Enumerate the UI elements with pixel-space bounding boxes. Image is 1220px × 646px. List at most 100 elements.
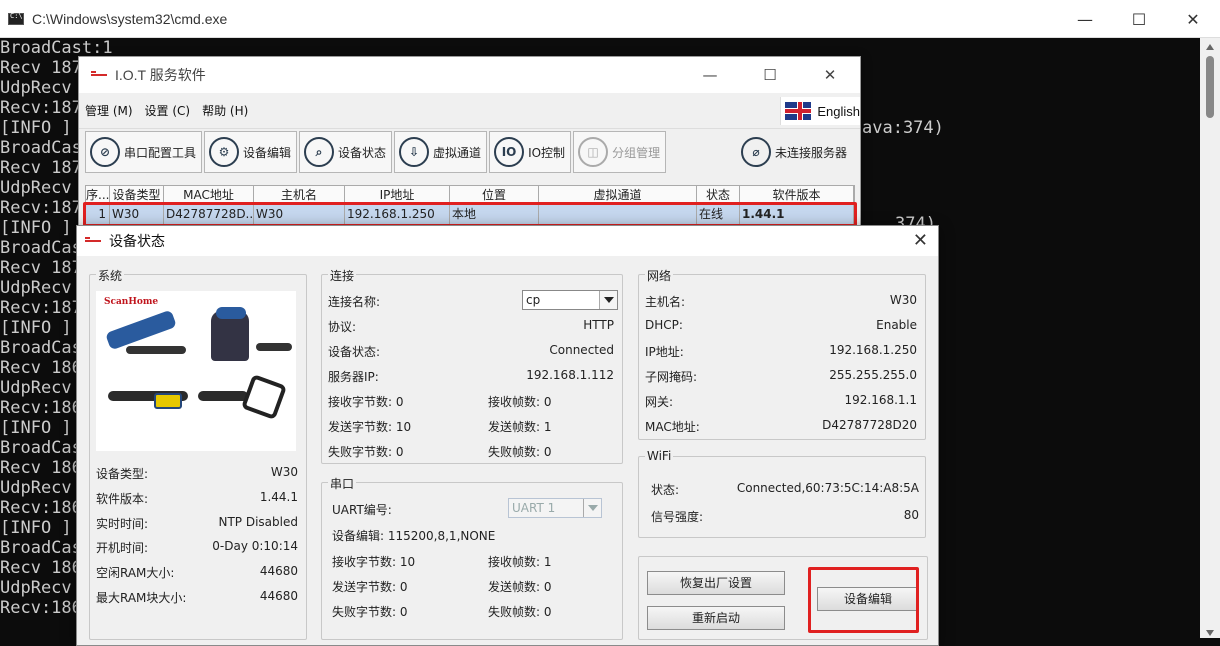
group-management-button[interactable]: ◫ 分组管理: [573, 131, 667, 173]
language-button[interactable]: English: [780, 97, 860, 125]
field-value: 192.168.1.112: [526, 368, 614, 382]
app-logo-icon: [85, 237, 101, 242]
menu-manage[interactable]: 管理 (M): [85, 102, 133, 119]
col-header[interactable]: 虚拟通道: [539, 186, 697, 204]
col-header[interactable]: 软件版本: [740, 186, 854, 204]
wifi-group: WiFi 状态: Connected,60:73:5C:14:A8:5A 信号强度…: [638, 449, 926, 538]
network-row: IP地址: 192.168.1.250: [645, 343, 917, 359]
button-label: 分组管理: [612, 145, 661, 160]
io-control-button[interactable]: IO IO控制: [489, 131, 572, 173]
chevron-down-icon: [583, 499, 601, 517]
field-value: 1.44.1: [259, 490, 298, 504]
group-title: WiFi: [645, 449, 674, 463]
connection-row: 协议: HTTP: [328, 318, 614, 334]
col-header[interactable]: 序...: [86, 186, 110, 204]
field-label: 开机时间:: [96, 541, 149, 555]
wifi-row: 状态: Connected,60:73:5C:14:A8:5A: [651, 481, 919, 497]
group-title: 连接: [328, 267, 357, 284]
field-label: 空闲RAM大小:: [96, 566, 175, 580]
menu-help[interactable]: 帮助 (H): [202, 102, 248, 119]
connection-name-label: 连接名称:: [328, 295, 381, 309]
field-value: D42787728D20: [822, 418, 917, 432]
field-value: 80: [903, 508, 919, 522]
menu-bar: 管理 (M) 设置 (C) 帮助 (H) English: [79, 93, 860, 129]
failed-bytes: 失败字节数: 0: [332, 605, 408, 619]
io-icon: IO: [494, 137, 525, 167]
button-label: 虚拟通道: [433, 145, 482, 160]
device-status-button[interactable]: ⌕ 设备状态: [299, 131, 393, 173]
group-title: 网络: [645, 267, 674, 284]
col-header[interactable]: 位置: [450, 186, 539, 204]
maximize-icon[interactable]: ☐: [1112, 0, 1166, 38]
button-label: IO控制: [528, 145, 566, 160]
field-value: 255.255.255.0: [829, 368, 917, 382]
col-header[interactable]: 主机名: [254, 186, 345, 204]
table-cell: 在线: [697, 205, 740, 224]
field-value: 192.168.1.250: [829, 343, 917, 357]
tx-bytes: 发送字节数: 10: [328, 420, 412, 434]
scroll-up-icon[interactable]: [1206, 44, 1214, 50]
search-icon: ⌕: [304, 137, 335, 167]
table-cell: [539, 205, 697, 224]
gear-icon: ⚙: [209, 137, 240, 167]
field-label: 设备类型:: [96, 467, 149, 481]
field-label: 主机名:: [645, 295, 686, 309]
field-value: 192.168.1.1: [844, 393, 917, 407]
connection-row: 服务器IP: 192.168.1.112: [328, 368, 614, 384]
connection-row: 设备状态: Connected: [328, 343, 614, 359]
uart-label: UART编号:: [332, 503, 392, 517]
col-header[interactable]: IP地址: [345, 186, 450, 204]
network-row: 主机名: W30: [645, 293, 917, 309]
table-cell: W30: [254, 205, 345, 224]
network-group: 网络 主机名: W30 DHCP: Enable IP地址: 192.168.1.25…: [638, 267, 926, 440]
virtual-channel-button[interactable]: ⇩ 虚拟通道: [394, 131, 488, 173]
close-icon[interactable]: ✕: [1166, 0, 1220, 38]
scroll-thumb[interactable]: [1206, 56, 1214, 118]
button-label: 未连接服务器: [774, 145, 847, 160]
cmd-scrollbar[interactable]: [1200, 38, 1220, 638]
serial-params: 设备编辑: 115200,8,1,NONE: [332, 529, 496, 543]
col-header[interactable]: 状态: [697, 186, 740, 204]
failed-frames: 失败帧数: 0: [488, 605, 552, 619]
cable-image: [256, 343, 292, 351]
restart-button[interactable]: 重新启动: [647, 606, 785, 630]
system-group: 系统 ScanHome 设备类型: W30 软件版本: 1.44.1 实时时间: NT…: [89, 267, 307, 640]
field-label: IP地址:: [645, 345, 684, 359]
factory-reset-button[interactable]: 恢复出厂设置: [647, 571, 785, 595]
table-cell: D42787728D...: [164, 205, 254, 224]
field-label: 设备状态:: [328, 345, 381, 359]
cmd-line: BroadCast:1: [0, 38, 113, 58]
highlight-button-outline: [808, 567, 919, 633]
server-status-button[interactable]: ⌀ 未连接服务器: [737, 131, 852, 173]
uart-select[interactable]: UART 1: [508, 498, 602, 518]
menu-settings[interactable]: 设置 (C): [145, 102, 191, 119]
field-value: W30: [270, 465, 298, 479]
failed-bytes: 失败字节数: 0: [328, 445, 404, 459]
col-header[interactable]: MAC地址: [164, 186, 254, 204]
device-table: 序... 设备类型 MAC地址 主机名 IP地址 位置 虚拟通道 状态 软件版本…: [85, 185, 855, 225]
minimize-icon[interactable]: —: [1058, 0, 1112, 38]
serial-config-tool-button[interactable]: ⊘ 串口配置工具: [85, 131, 203, 173]
table-cell: 本地: [450, 205, 539, 224]
device-edit-button[interactable]: ⚙ 设备编辑: [204, 131, 298, 173]
rx-bytes: 接收字节数: 10: [332, 555, 416, 569]
table-cell: W30: [110, 205, 164, 224]
scroll-down-icon[interactable]: [1206, 630, 1214, 636]
close-icon[interactable]: ✕: [913, 230, 928, 251]
maximize-icon[interactable]: ☐: [740, 57, 800, 93]
col-header[interactable]: 设备类型: [110, 186, 164, 204]
network-row: 子网掩码: 255.255.255.0: [645, 368, 917, 384]
field-value: 44680: [259, 564, 298, 578]
iot-window: I.O.T 服务软件 — ☐ ✕ 管理 (M) 设置 (C) 帮助 (H) En…: [78, 56, 861, 236]
network-row: MAC地址: D42787728D20: [645, 418, 917, 434]
field-label: 协议:: [328, 320, 357, 334]
select-value: cp: [526, 293, 541, 307]
connection-name-select[interactable]: cp: [522, 290, 618, 310]
close-icon[interactable]: ✕: [800, 57, 860, 93]
field-label: 服务器IP:: [328, 370, 379, 384]
button-label: 设备状态: [338, 145, 387, 160]
table-cell: 1.44.1: [740, 205, 854, 224]
field-label: 信号强度:: [651, 510, 704, 524]
table-row[interactable]: 1 W30 D42787728D... W30 192.168.1.250 本地…: [85, 205, 855, 225]
minimize-icon[interactable]: —: [680, 57, 740, 93]
